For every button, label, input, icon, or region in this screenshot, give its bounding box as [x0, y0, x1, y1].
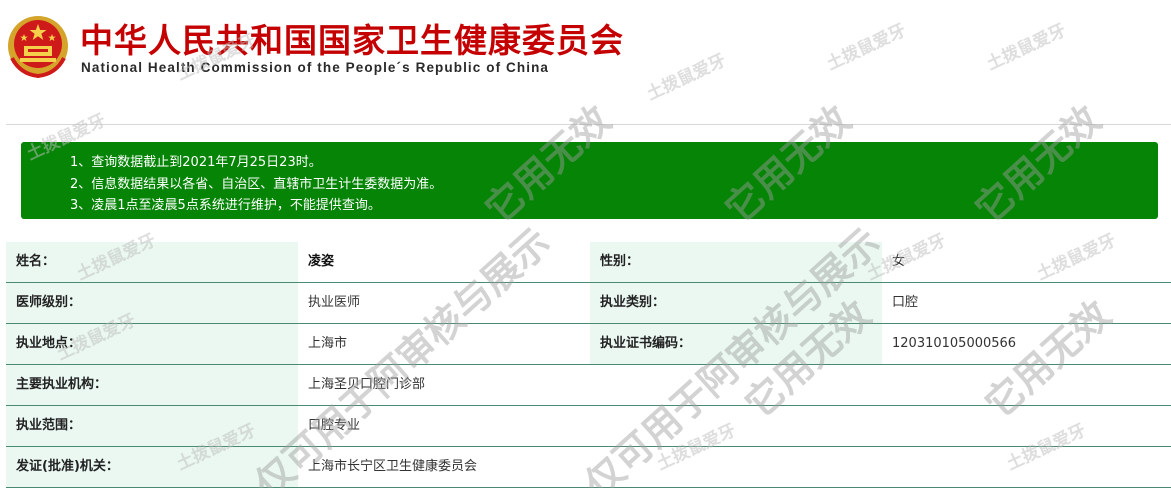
gender-value: 女	[882, 242, 1171, 282]
authority-label: 发证(批准)机关：	[6, 447, 298, 487]
scope-value: 口腔专业	[298, 406, 590, 446]
institution-value: 上海圣贝口腔门诊部	[298, 365, 590, 405]
name-value: 凌姿	[298, 242, 590, 282]
national-emblem-icon	[8, 16, 68, 78]
notice-item: 1、查询数据截止到2021年7月25日23时。	[70, 155, 322, 170]
notice-box: 1、查询数据截止到2021年7月25日23时。 2、信息数据结果以各省、自治区、…	[21, 142, 1158, 219]
site-header: 中华人民共和国国家卫生健康委员会 National Health Commiss…	[0, 0, 690, 82]
authority-value: 上海市长宁区卫生健康委员会	[298, 447, 590, 487]
category-value: 口腔	[882, 283, 1171, 323]
level-label: 医师级别：	[6, 283, 298, 323]
info-row-name: 姓名： 凌姿 性别： 女	[6, 242, 1171, 283]
name-label: 姓名：	[6, 242, 298, 282]
category-label: 执业类别：	[590, 283, 882, 323]
info-row-level: 医师级别： 执业医师 执业类别： 口腔	[6, 283, 1171, 324]
doctor-info-table: 姓名： 凌姿 性别： 女 医师级别： 执业医师 执业类别： 口腔 执业地点： 上…	[6, 242, 1171, 488]
info-row-authority: 发证(批准)机关： 上海市长宁区卫生健康委员会	[6, 447, 1171, 488]
gender-label: 性别：	[590, 242, 882, 282]
watermark-small: 土拨鼠爱牙	[823, 20, 909, 75]
location-label: 执业地点：	[6, 324, 298, 364]
watermark-small: 土拨鼠爱牙	[983, 20, 1069, 75]
notice-item: 2、信息数据结果以各省、自治区、直辖市卫生计生委数据为准。	[70, 177, 443, 192]
cert-label: 执业证书编码：	[590, 324, 882, 364]
info-row-institution: 主要执业机构： 上海圣贝口腔门诊部	[6, 365, 1171, 406]
cert-value: 120310105000566	[882, 324, 1171, 364]
institution-label: 主要执业机构：	[6, 365, 298, 405]
info-row-scope: 执业范围： 口腔专业	[6, 406, 1171, 447]
location-value: 上海市	[298, 324, 590, 364]
site-title-cn: 中华人民共和国国家卫生健康委员会	[80, 21, 624, 60]
header-divider	[6, 124, 1171, 125]
scope-label: 执业范围：	[6, 406, 298, 446]
site-title-en: National Health Commission of the People…	[81, 60, 550, 75]
level-value: 执业医师	[298, 283, 590, 323]
notice-item: 3、凌晨1点至凌晨5点系统进行维护，不能提供查询。	[70, 198, 381, 213]
info-row-location: 执业地点： 上海市 执业证书编码： 120310105000566	[6, 324, 1171, 365]
